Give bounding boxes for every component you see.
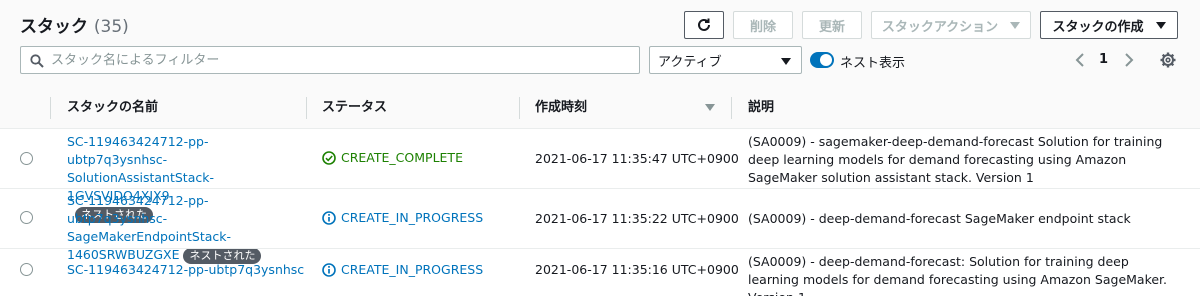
check-circle-icon: [322, 150, 336, 165]
status-cell: CREATE_COMPLETE: [322, 150, 463, 165]
search-field[interactable]: [20, 46, 640, 74]
refresh-icon: [698, 18, 710, 31]
column-header-name[interactable]: スタックの名前: [67, 88, 158, 128]
status-text: CREATE_IN_PROGRESS: [341, 262, 484, 277]
status-text: CREATE_IN_PROGRESS: [341, 210, 484, 225]
column-divider: [731, 97, 732, 119]
status-cell: CREATE_IN_PROGRESS: [322, 210, 483, 225]
column-header-created[interactable]: 作成時刻: [535, 88, 587, 128]
chevron-left-icon[interactable]: [1073, 52, 1087, 68]
delete-button[interactable]: 削除: [733, 11, 793, 39]
table-row[interactable]: SC-119463424712-pp-ubtp7q3ysnhsc- Soluti…: [0, 129, 1200, 223]
stack-actions-button[interactable]: スタックアクション: [871, 11, 1031, 39]
stack-name-line: SC-119463424712-pp-ubtp7q3ysnhsc-: [67, 193, 209, 226]
column-header-description[interactable]: 説明: [748, 88, 774, 128]
stack-name-link[interactable]: SC-119463424712-pp-ubtp7q3ysnhsc: [67, 261, 307, 279]
toggle-knob: [820, 54, 832, 66]
chevron-down-icon: [1155, 21, 1166, 29]
status-filter-value: アクティブ: [658, 54, 722, 70]
created-time: 2021-06-17 11:35:47 UTC+0900: [535, 151, 739, 166]
chevron-down-icon: [781, 58, 791, 65]
chevron-right-icon[interactable]: [1122, 52, 1136, 68]
row-select-radio[interactable]: [20, 263, 33, 276]
refresh-button[interactable]: [684, 11, 724, 39]
nested-view-toggle[interactable]: [810, 52, 834, 68]
column-header-status[interactable]: ステータス: [322, 88, 387, 128]
create-stack-label: スタックの作成: [1052, 19, 1144, 35]
update-button[interactable]: 更新: [802, 11, 862, 39]
stack-description: (SA0009) - sagemaker-deep-demand-forecas…: [748, 134, 1163, 185]
stack-name-line: SageMakerEndpointStack-: [67, 229, 232, 244]
column-divider: [50, 97, 51, 119]
created-time: 2021-06-17 11:35:22 UTC+0900: [535, 211, 739, 226]
stack-name-line: SC-119463424712-pp-ubtp7q3ysnhsc-: [67, 134, 209, 167]
search-input[interactable]: [51, 49, 631, 71]
stack-count: (35): [93, 17, 129, 37]
update-label: 更新: [818, 19, 845, 35]
create-stack-button[interactable]: スタックの作成: [1040, 11, 1178, 39]
stack-actions-label: スタックアクション: [881, 19, 999, 35]
column-divider: [519, 97, 520, 119]
search-icon: [30, 54, 44, 68]
stack-description: (SA0009) - deep-demand-forecast SageMake…: [748, 211, 1131, 226]
status-cell: CREATE_IN_PROGRESS: [322, 262, 483, 277]
row-select-radio[interactable]: [20, 152, 33, 165]
row-select-radio[interactable]: [20, 211, 33, 224]
page-title: スタック (35): [20, 12, 129, 37]
stack-name-line: SC-119463424712-pp-ubtp7q3ysnhsc: [67, 262, 305, 277]
table-row[interactable]: SC-119463424712-pp-ubtp7q3ysnhsc- SageMa…: [0, 189, 1200, 264]
stack-description: (SA0009) - deep-demand-forecast: Solutio…: [748, 254, 1168, 296]
sort-descending-icon[interactable]: [705, 104, 715, 111]
gear-icon[interactable]: [1160, 52, 1176, 68]
title-text: スタック: [20, 17, 88, 37]
current-page[interactable]: 1: [1099, 52, 1108, 67]
column-divider: [306, 97, 307, 119]
created-time: 2021-06-17 11:35:16 UTC+0900: [535, 262, 739, 277]
info-circle-icon: [322, 262, 336, 277]
chevron-down-icon: [1010, 21, 1021, 29]
nested-view-label: ネスト表示: [840, 56, 906, 71]
info-circle-icon: [322, 210, 336, 225]
delete-label: 削除: [749, 19, 776, 35]
status-text: CREATE_COMPLETE: [341, 150, 463, 165]
table-row[interactable]: SC-119463424712-pp-ubtp7q3ysnhsc CREATE_…: [0, 249, 1200, 296]
status-filter-select[interactable]: アクティブ: [649, 46, 802, 74]
